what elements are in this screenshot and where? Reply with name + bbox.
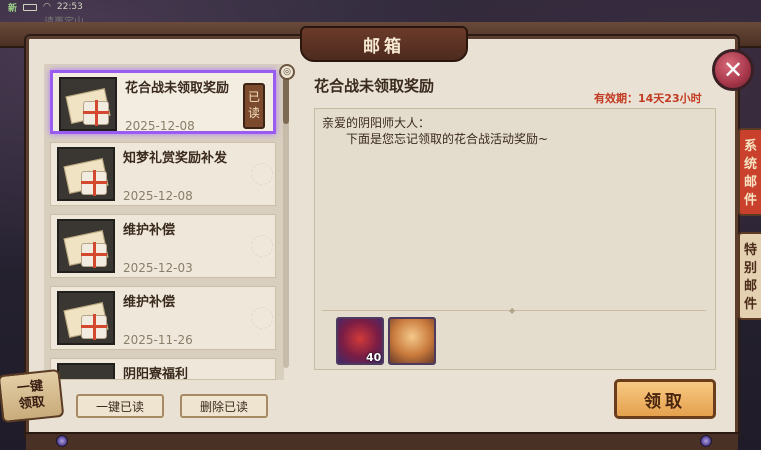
mail-title: 阴阳寮福利 — [123, 367, 189, 380]
scroll-top-icon[interactable]: ◎ — [279, 64, 295, 80]
mark-all-read-button[interactable]: 一键已读 — [76, 394, 164, 418]
tab-special-mail[interactable]: 特别邮件 — [738, 232, 761, 320]
mail-greeting: 亲爱的阴阳师大人： — [322, 116, 431, 130]
read-tag-label: 已读 — [247, 90, 260, 120]
clock: 22:53 — [56, 2, 83, 12]
claim-button[interactable]: 领取 — [614, 379, 716, 419]
seal-watermark-icon — [251, 235, 273, 257]
mail-thumbnail — [57, 291, 115, 345]
window-title: 邮箱 — [300, 26, 468, 62]
shikigami-portrait-icon[interactable] — [388, 317, 436, 365]
delete-read-button[interactable]: 删除已读 — [180, 394, 268, 418]
wifi-icon: ◠ — [43, 2, 51, 12]
mail-detail-title: 花合战未领取奖励 — [314, 77, 435, 95]
mail-title: 花合战未领取奖励 — [125, 81, 230, 96]
mail-item[interactable]: 知梦礼赏奖励补发 2025-12-08 — [50, 142, 276, 206]
gift-box-icon — [81, 314, 107, 340]
mail-thumbnail — [59, 77, 117, 131]
reward-count: 40 — [366, 351, 382, 364]
tab-special-mail-label: 特别邮件 — [743, 243, 757, 312]
status-bar: 新 ◠ 22:53 — [0, 0, 761, 14]
close-button[interactable]: ✕ — [712, 49, 754, 91]
mail-date: 2025-12-03 — [123, 261, 193, 275]
gift-box-icon — [81, 170, 107, 196]
mail-thumbnail — [57, 219, 115, 273]
mail-title: 知梦礼赏奖励补发 — [123, 151, 228, 166]
mail-body: 下面是您忘记领取的花合战活动奖励~ — [346, 132, 549, 146]
battery-icon — [23, 3, 38, 11]
validity-label: 有效期：14天23小时 — [594, 92, 702, 105]
mail-date: 2025-12-08 — [123, 189, 193, 203]
mail-title: 维护补偿 — [123, 223, 176, 238]
mail-thumbnail — [57, 147, 115, 201]
gift-box-icon — [83, 100, 109, 126]
claim-all-label: 一键领取 — [16, 378, 46, 413]
divider-ornament-icon: ◆ — [509, 306, 516, 315]
seal-watermark-icon — [251, 307, 273, 329]
mail-date: 2025-12-08 — [125, 119, 195, 133]
seal-watermark-icon — [251, 163, 273, 185]
mail-item[interactable]: 花合战未领取奖励 2025-12-08 已读 — [50, 70, 276, 134]
mail-date: 2025-11-26 — [123, 333, 193, 347]
panel-footer — [26, 432, 738, 450]
mail-item[interactable]: 阴阳寮福利 — [50, 358, 276, 380]
tab-system-mail-label: 系统邮件 — [743, 139, 757, 208]
orb-ornament-icon — [700, 435, 712, 447]
claim-all-button[interactable]: 一键领取 — [0, 368, 65, 424]
orb-ornament-icon — [56, 435, 68, 447]
mail-item[interactable]: 维护补偿 2025-11-26 — [50, 286, 276, 350]
read-tag: 已读 — [243, 83, 265, 129]
gift-box-icon — [81, 242, 107, 268]
mail-thumbnail — [57, 363, 115, 379]
mail-item[interactable]: 维护补偿 2025-12-03 — [50, 214, 276, 278]
mail-title: 维护补偿 — [123, 295, 176, 310]
tab-system-mail[interactable]: 系统邮件 — [738, 128, 761, 216]
close-icon: ✕ — [722, 56, 744, 84]
signal-label: 新 — [8, 3, 18, 14]
